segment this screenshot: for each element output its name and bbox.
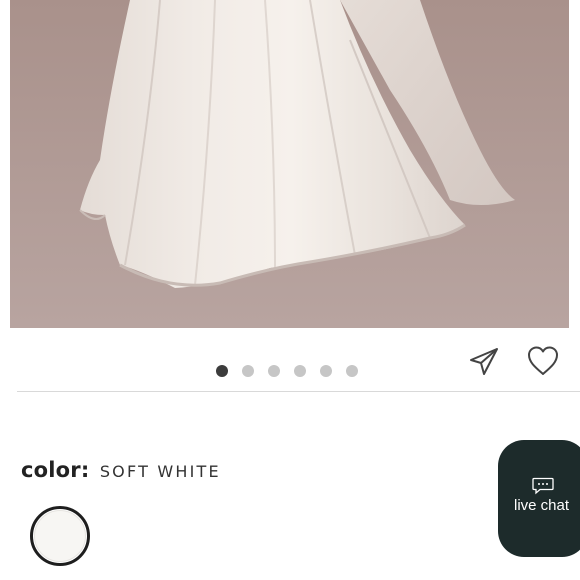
share-button[interactable]	[468, 346, 500, 378]
carousel-dot[interactable]	[242, 365, 254, 377]
section-divider	[17, 391, 580, 392]
carousel-dots	[216, 365, 358, 377]
swatch-fill	[34, 510, 86, 562]
paper-plane-icon	[470, 348, 498, 375]
carousel-dot[interactable]	[216, 365, 228, 377]
product-image[interactable]	[10, 0, 569, 328]
carousel-dot[interactable]	[294, 365, 306, 377]
live-chat-button[interactable]: live chat	[498, 440, 580, 557]
carousel-dot[interactable]	[320, 365, 332, 377]
live-chat-label: live chat	[513, 497, 570, 514]
color-value: SOFT WHITE	[99, 462, 221, 481]
color-label: color:	[21, 458, 90, 482]
color-selection-label: color: SOFT WHITE	[21, 458, 221, 482]
gown-photo	[10, 0, 569, 328]
heart-icon	[528, 346, 558, 375]
color-swatch-soft-white[interactable]	[30, 506, 90, 566]
carousel-dot[interactable]	[346, 365, 358, 377]
favorite-button[interactable]	[526, 344, 560, 378]
carousel-dot[interactable]	[268, 365, 280, 377]
product-page: color: SOFT WHITE live chat	[0, 0, 580, 580]
chat-bubble-icon	[532, 477, 554, 495]
